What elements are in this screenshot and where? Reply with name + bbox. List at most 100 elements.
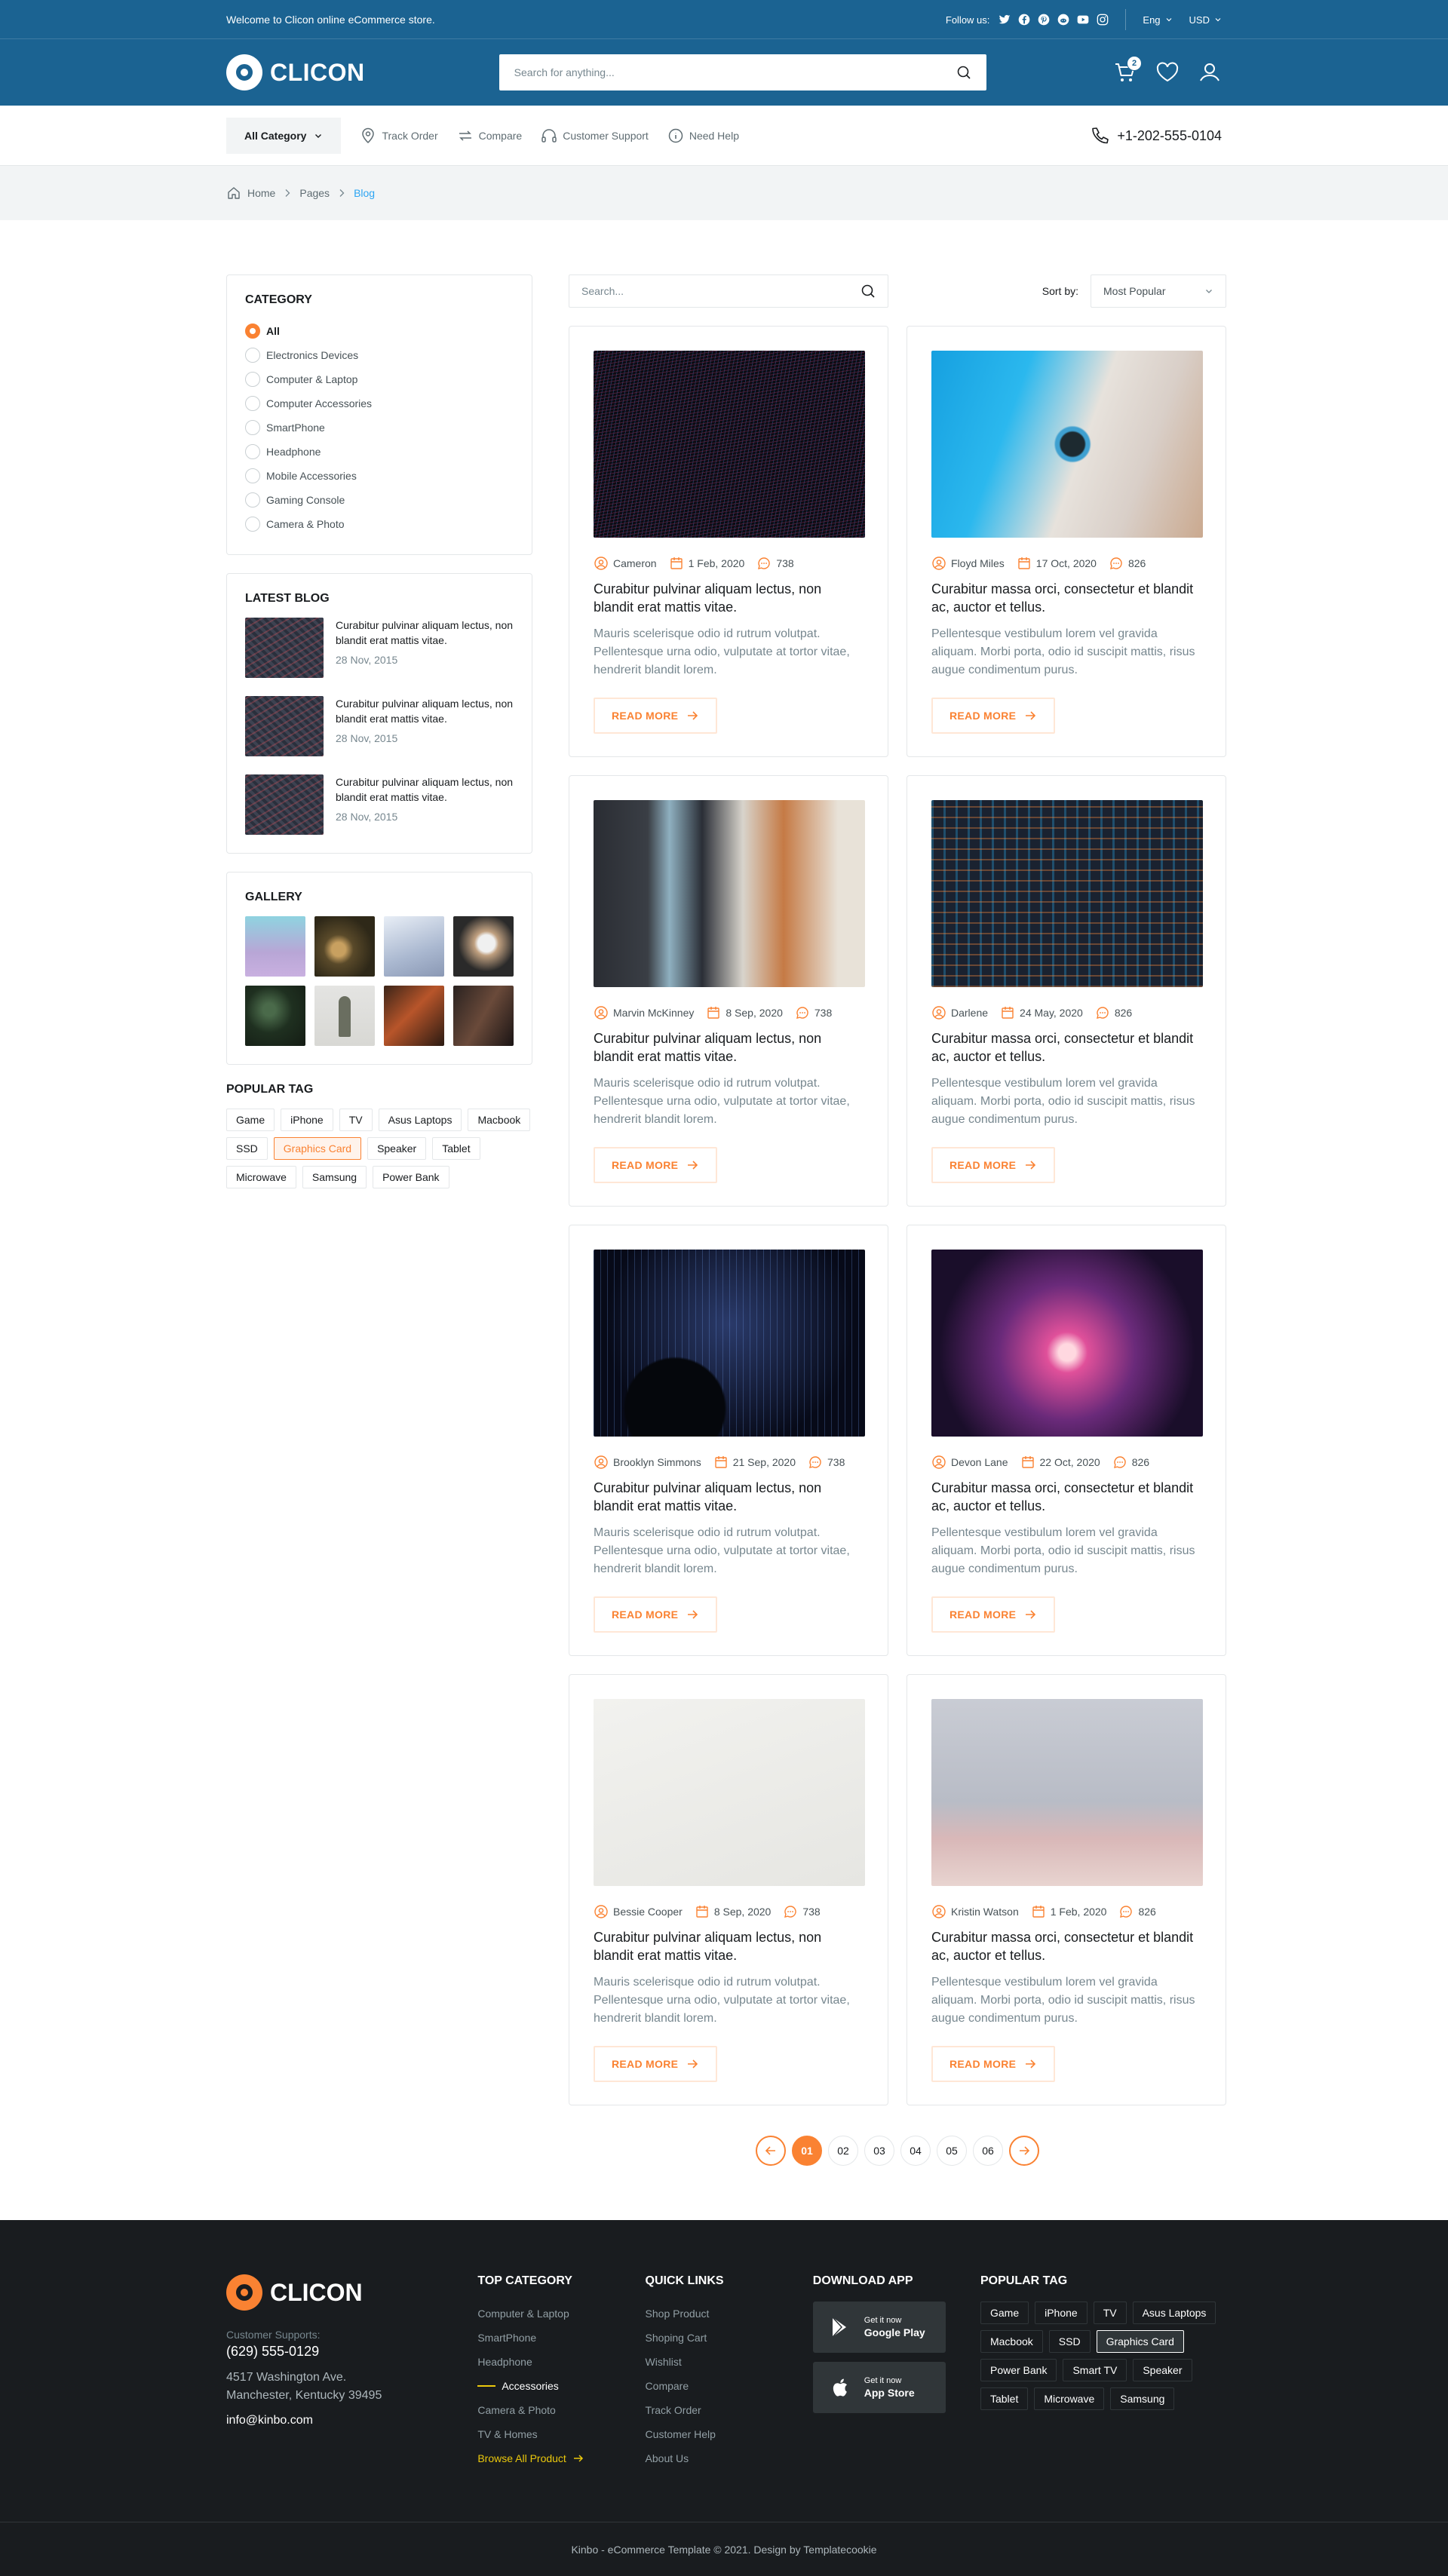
pagination-page[interactable]: 05 [937,2136,967,2166]
gallery-image[interactable] [384,986,444,1046]
pagination-next-button[interactable] [1009,2136,1039,2166]
tag-chip[interactable]: Tablet [432,1137,480,1160]
footer-category-link-active[interactable]: Accessories [477,2374,645,2398]
currency-select[interactable]: USD [1189,14,1222,26]
footer-tag-chip[interactable]: Macbook [980,2330,1043,2353]
blog-card-image[interactable] [931,1699,1203,1886]
quick-link[interactable]: About Us [646,2446,813,2470]
blog-card-title[interactable]: Curabitur massa orci, consectetur et bla… [931,1928,1201,1964]
blog-card-image[interactable] [594,1250,865,1437]
search-icon[interactable] [861,284,876,299]
search-icon[interactable] [956,65,971,80]
nav-compare[interactable]: Compare [456,127,522,145]
gallery-image[interactable] [245,986,305,1046]
tag-chip[interactable]: Macbook [468,1109,531,1131]
instagram-icon[interactable] [1097,14,1109,26]
tag-chip[interactable]: Game [226,1109,275,1131]
blog-card-image[interactable] [931,800,1203,987]
facebook-icon[interactable] [1018,14,1030,26]
pagination-page[interactable]: 06 [973,2136,1003,2166]
blog-card[interactable]: Bessie Cooper 8 Sep, 2020 738 Curabitur pul… [569,1674,888,2105]
blog-card-image[interactable] [594,351,865,538]
gallery-image[interactable] [453,986,514,1046]
footer-category-link[interactable]: SmartPhone [477,2326,645,2350]
tag-chip[interactable]: Power Bank [373,1166,449,1188]
nav-customer-support[interactable]: Customer Support [540,127,649,145]
gallery-image[interactable] [453,916,514,977]
blog-card-image[interactable] [594,1699,865,1886]
tag-chip-active[interactable]: Graphics Card [273,1137,362,1160]
category-radio[interactable]: Gaming Console [245,488,514,512]
breadcrumb-home[interactable]: Home [247,187,275,199]
blog-card-image[interactable] [931,1250,1203,1437]
footer-tag-chip[interactable]: TV [1093,2302,1127,2324]
read-more-button[interactable]: READ MORE [931,1596,1056,1633]
nav-track-order[interactable]: Track Order [359,127,438,145]
pagination-page[interactable]: 02 [828,2136,858,2166]
category-radio-all[interactable]: All [245,319,514,343]
support-email[interactable]: info@kinbo.com [226,2414,477,2427]
category-radio[interactable]: Computer Accessories [245,391,514,416]
wishlist-button[interactable] [1155,60,1180,84]
twitter-icon[interactable] [999,14,1011,26]
blog-card-image[interactable] [594,800,865,987]
latest-blog-item[interactable]: Curabitur pulvinar aliquam lectus, non b… [245,774,514,835]
blog-card-title[interactable]: Curabitur massa orci, consectetur et bla… [931,1479,1201,1515]
category-radio[interactable]: Camera & Photo [245,512,514,536]
brand-logo[interactable]: CLICON [226,54,365,90]
blog-card[interactable]: Marvin McKinney 8 Sep, 2020 738 Curabitur p… [569,775,888,1207]
footer-tag-chip[interactable]: Power Bank [980,2359,1057,2381]
language-select[interactable]: Eng [1143,14,1172,26]
footer-tag-chip[interactable]: Samsung [1110,2387,1175,2410]
reddit-icon[interactable] [1057,14,1069,26]
quick-link[interactable]: Wishlist [646,2350,813,2374]
pagination-page-current[interactable]: 01 [792,2136,822,2166]
footer-category-link[interactable]: Computer & Laptop [477,2302,645,2326]
footer-tag-chip-active[interactable]: Graphics Card [1096,2330,1184,2353]
footer-tag-chip[interactable]: Smart TV [1063,2359,1127,2381]
sort-select[interactable]: Most Popular [1091,274,1226,308]
pagination-prev-button[interactable] [756,2136,786,2166]
gallery-image[interactable] [245,916,305,977]
app-store-button[interactable]: Get it now App Store [812,2362,946,2413]
gallery-image[interactable] [314,986,375,1046]
blog-card[interactable]: Devon Lane 22 Oct, 2020 826 Curabitur massa… [907,1225,1226,1656]
category-radio[interactable]: Computer & Laptop [245,367,514,391]
blog-card[interactable]: Brooklyn Simmons 21 Sep, 2020 738 Curabitur… [569,1225,888,1656]
gallery-image[interactable] [314,916,375,977]
footer-tag-chip[interactable]: Tablet [980,2387,1029,2410]
read-more-button[interactable]: READ MORE [594,698,718,734]
tag-chip[interactable]: SSD [226,1137,268,1160]
pinterest-icon[interactable] [1038,14,1050,26]
read-more-button[interactable]: READ MORE [594,1147,718,1183]
support-phone[interactable]: (629) 555-0129 [226,2344,477,2360]
quick-link[interactable]: Shoping Cart [646,2326,813,2350]
all-category-dropdown[interactable]: All Category [226,118,342,154]
category-radio[interactable]: SmartPhone [245,416,514,440]
quick-link[interactable]: Shop Product [646,2302,813,2326]
footer-logo[interactable]: CLICON [226,2274,477,2311]
pagination-page[interactable]: 04 [900,2136,931,2166]
blog-card[interactable]: Cameron 1 Feb, 2020 738 Curabitur pulvinar … [569,326,888,757]
blog-card-title[interactable]: Curabitur pulvinar aliquam lectus, non b… [594,1928,864,1964]
phone-contact[interactable]: +1-202-555-0104 [1090,125,1222,146]
search-input[interactable]: Search for anything... [499,54,986,90]
footer-tag-chip[interactable]: iPhone [1035,2302,1088,2324]
read-more-button[interactable]: READ MORE [594,2046,718,2082]
footer-tag-chip[interactable]: Asus Laptops [1132,2302,1216,2324]
gallery-image[interactable] [384,916,444,977]
quick-link[interactable]: Customer Help [646,2422,813,2446]
blog-card-title[interactable]: Curabitur massa orci, consectetur et bla… [931,1029,1201,1066]
blog-card[interactable]: Darlene 24 May, 2020 826 Curabitur massa or… [907,775,1226,1207]
cart-button[interactable]: 2 [1113,56,1142,84]
footer-tag-chip[interactable]: Speaker [1133,2359,1192,2381]
footer-category-link[interactable]: TV & Homes [477,2422,645,2446]
latest-blog-item[interactable]: Curabitur pulvinar aliquam lectus, non b… [245,618,514,678]
tag-chip[interactable]: Samsung [302,1166,367,1188]
footer-category-link[interactable]: Headphone [477,2350,645,2374]
blog-card[interactable]: Floyd Miles 17 Oct, 2020 826 Curabitur mass… [907,326,1226,757]
tag-chip[interactable]: TV [339,1109,373,1131]
blog-card-title[interactable]: Curabitur pulvinar aliquam lectus, non b… [594,580,864,616]
read-more-button[interactable]: READ MORE [594,1596,718,1633]
breadcrumb-pages[interactable]: Pages [299,187,330,199]
